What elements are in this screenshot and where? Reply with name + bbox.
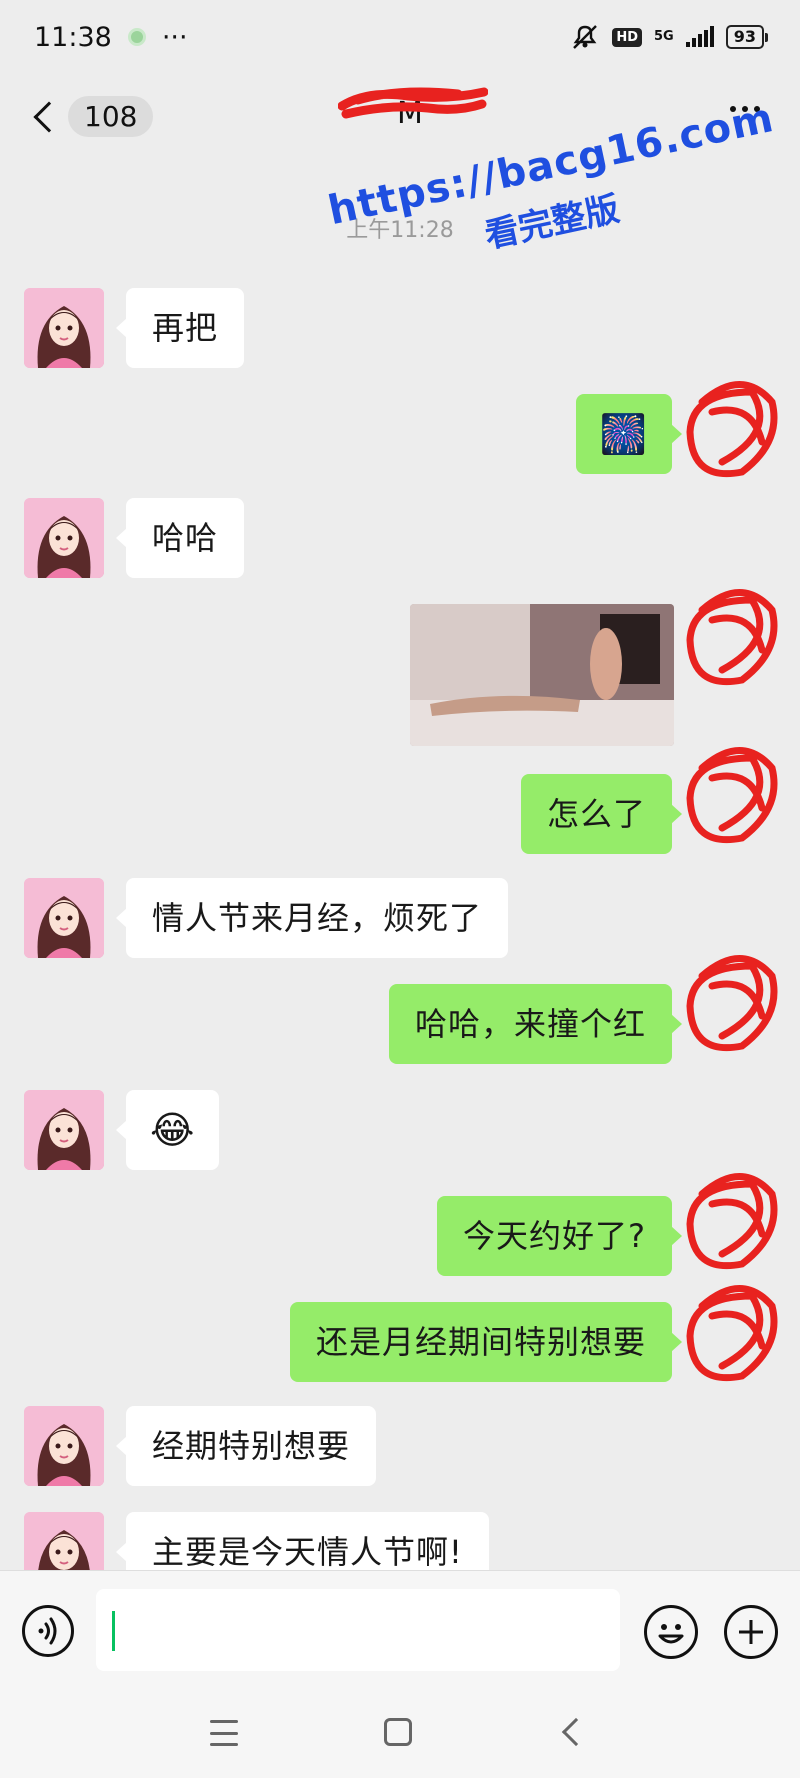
- voice-input-button[interactable]: [22, 1605, 74, 1657]
- message-input[interactable]: [96, 1589, 620, 1671]
- incoming-message-emoji[interactable]: 😂: [115, 1090, 220, 1170]
- message-timestamp: 上午11:28: [346, 218, 454, 243]
- incoming-message[interactable]: 经期特别想要: [115, 1406, 377, 1486]
- avatar-redaction-scribble: [686, 1173, 778, 1270]
- battery-icon: 93: [725, 25, 769, 49]
- incoming-message[interactable]: 哈哈: [115, 498, 245, 578]
- avatar-redaction-scribble: [686, 1285, 778, 1382]
- outgoing-message[interactable]: 哈哈，来撞个红: [388, 984, 683, 1064]
- status-time: 11:38: [34, 21, 112, 53]
- plus-icon: [739, 1620, 763, 1644]
- mute-icon: [573, 25, 598, 49]
- outgoing-image-message[interactable]: [410, 604, 674, 746]
- contact-avatar[interactable]: [24, 1090, 104, 1170]
- status-bar: 11:38 ··· HD 5G 93: [0, 0, 800, 74]
- outgoing-message[interactable]: 怎么了: [520, 774, 683, 854]
- status-right: HD 5G 93: [570, 24, 769, 50]
- more-functions-button[interactable]: [724, 1605, 778, 1659]
- voice-icon: [38, 1617, 57, 1645]
- contact-avatar[interactable]: [24, 288, 104, 368]
- more-options-icon[interactable]: [730, 106, 760, 112]
- emoji-button[interactable]: [644, 1605, 698, 1659]
- outgoing-message-emoji[interactable]: 🎆: [575, 394, 683, 474]
- status-left: 11:38 ···: [34, 22, 188, 53]
- avatar-redaction-scribble: [686, 589, 778, 686]
- avatar-redaction-scribble: [686, 747, 778, 844]
- avatar-redaction-scribble: [686, 381, 778, 478]
- avatar-redaction-scribble: [686, 955, 778, 1052]
- text-caret: [112, 1611, 115, 1651]
- contact-avatar[interactable]: [24, 878, 104, 958]
- message-list[interactable]: 上午11:28 再把 🎆 哈哈 怎么了 情人节来月经，烦死了 哈哈，来撞个红 😂…: [0, 156, 800, 1570]
- contact-avatar[interactable]: [24, 498, 104, 578]
- contact-avatar[interactable]: [24, 1406, 104, 1486]
- network-type: 5G: [654, 29, 674, 44]
- chevron-left-icon: [33, 100, 65, 133]
- outgoing-message[interactable]: 还是月经期间特别想要: [289, 1302, 683, 1382]
- emoji-icon: [658, 1624, 684, 1644]
- system-nav-bar: [0, 1690, 800, 1778]
- status-more-icon: ···: [161, 21, 188, 53]
- menu-icon[interactable]: [210, 1720, 238, 1746]
- name-redaction-scribble: [338, 87, 488, 119]
- unread-count-badge: 108: [68, 96, 154, 137]
- back-button[interactable]: 108: [28, 96, 154, 137]
- incoming-message[interactable]: 主要是今天情人节啊!: [116, 1512, 489, 1570]
- incoming-message[interactable]: 情人节来月经，烦死了: [115, 878, 509, 958]
- app-notification-icon: [127, 28, 146, 46]
- contact-avatar[interactable]: [24, 1512, 104, 1570]
- input-bar: [0, 1570, 800, 1690]
- outgoing-message[interactable]: 今天约好了?: [437, 1196, 682, 1276]
- back-icon[interactable]: [561, 1717, 591, 1747]
- incoming-message[interactable]: 再把: [115, 288, 245, 368]
- home-icon[interactable]: [384, 1718, 412, 1746]
- hd-badge: HD: [612, 27, 643, 47]
- signal-icon: [685, 26, 714, 47]
